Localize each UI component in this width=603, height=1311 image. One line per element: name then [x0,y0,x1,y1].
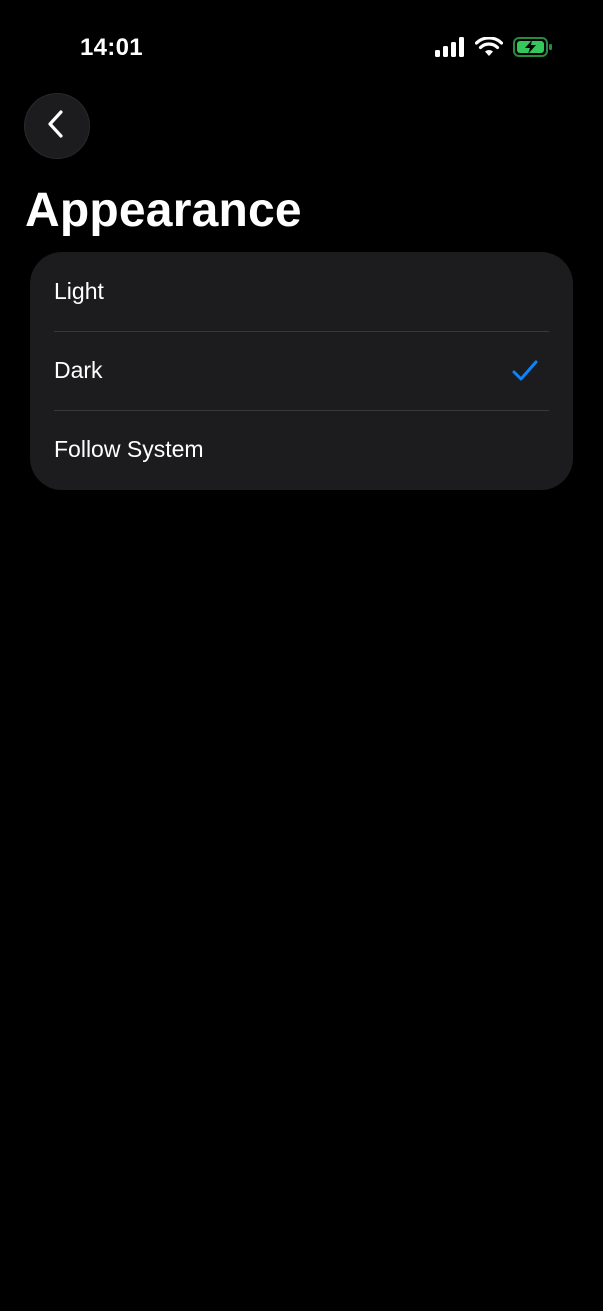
status-time: 14:01 [80,34,143,61]
option-label: Dark [54,357,103,383]
page-title: Appearance [25,184,302,237]
status-icons [435,36,553,58]
option-follow-system[interactable]: Follow System [30,410,573,489]
battery-charging-icon [513,36,553,58]
back-button[interactable] [24,93,90,159]
appearance-options-card: Light Dark Follow System [30,252,573,490]
chevron-left-icon [45,109,69,144]
wifi-icon [475,37,503,57]
option-light[interactable]: Light [30,252,573,331]
option-label: Light [54,278,104,304]
option-label: Follow System [54,436,204,462]
option-dark[interactable]: Dark [30,331,573,410]
status-bar: 14:01 [0,0,603,90]
checkmark-icon [511,357,539,385]
cellular-signal-icon [435,37,465,57]
